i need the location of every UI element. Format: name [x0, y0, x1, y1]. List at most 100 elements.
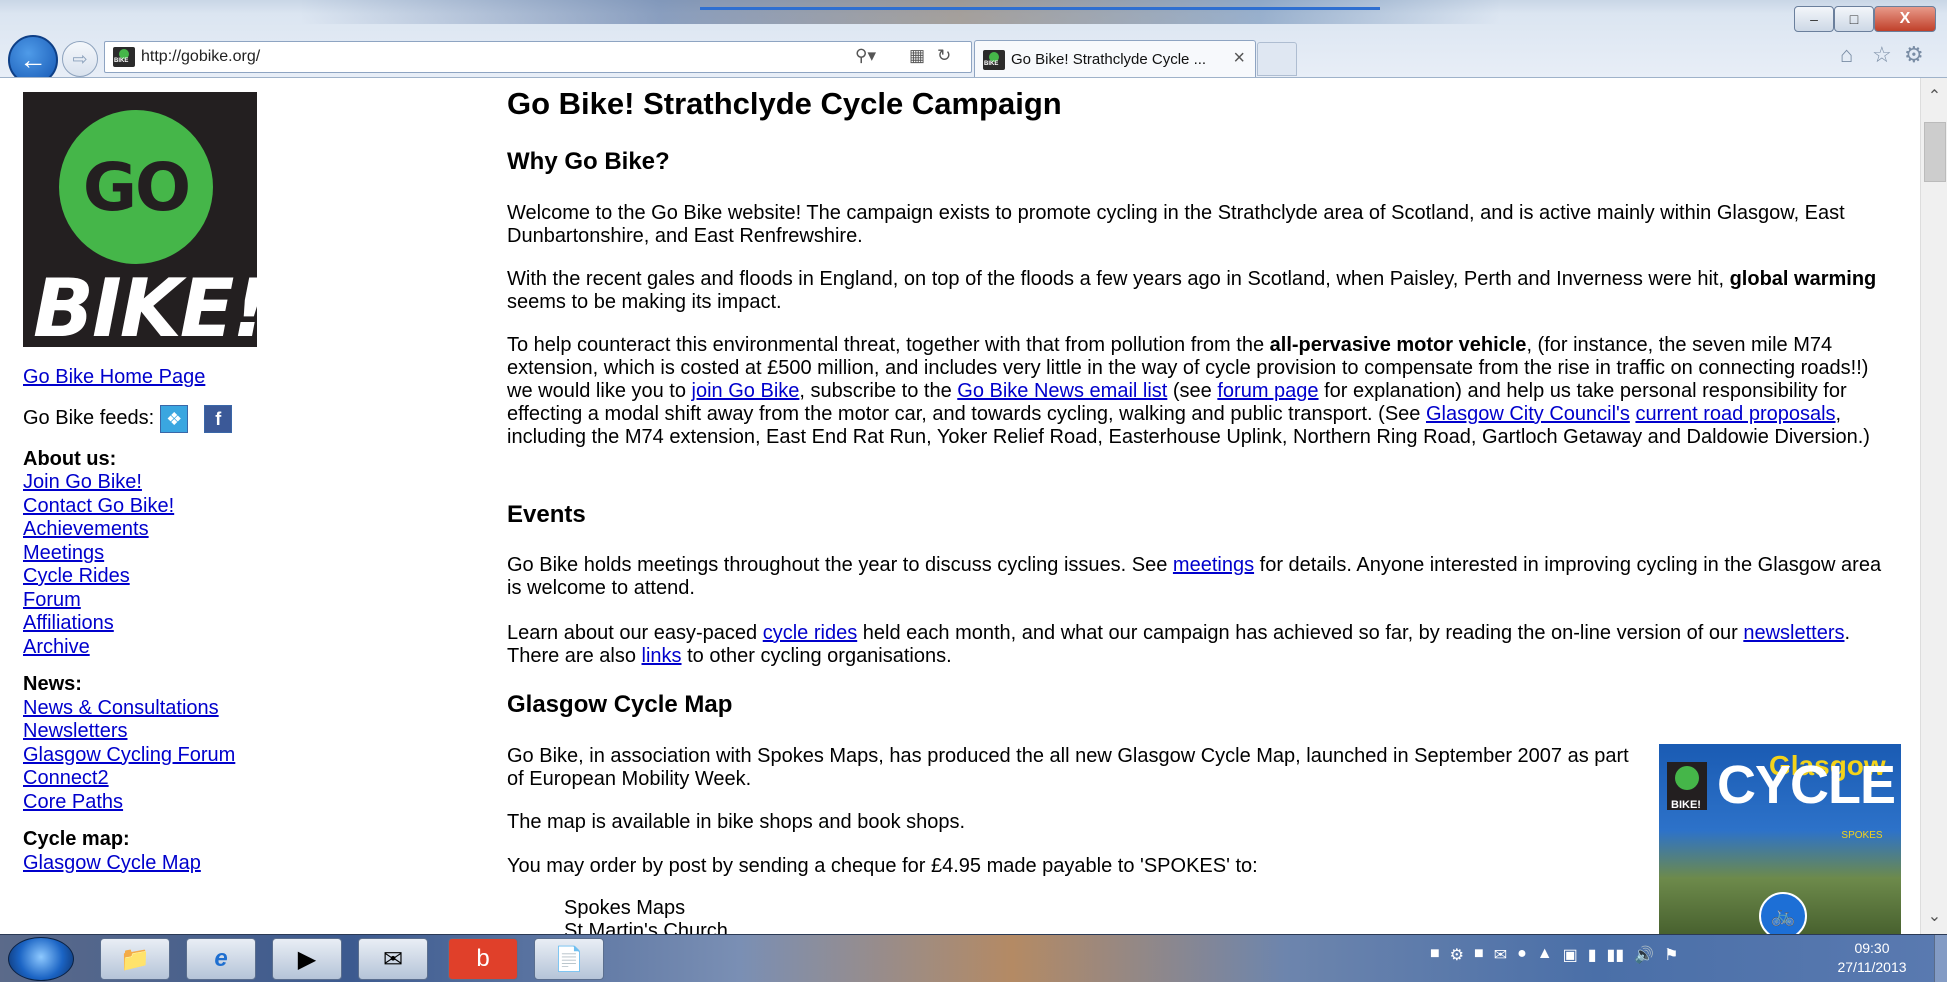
- address-line: St Martin's Church: [564, 920, 728, 934]
- scroll-thumb[interactable]: [1924, 122, 1946, 182]
- taskbar-mail-button[interactable]: ✉: [358, 938, 428, 980]
- paragraph-welcome: Welcome to the Go Bike website! The camp…: [507, 202, 1845, 247]
- sidebar-link-affiliations[interactable]: Affiliations: [23, 612, 353, 636]
- link-glasgow-city-council[interactable]: Glasgow City Council's: [1426, 403, 1630, 425]
- cycle-map-cover-image[interactable]: BIKE! Glasgow CYCLE SPOKES 🚲: [1659, 744, 1901, 934]
- link-cycle-rides[interactable]: cycle rides: [763, 622, 857, 644]
- sidebar-link-connect2[interactable]: Connect2: [23, 767, 353, 791]
- link-forum-page[interactable]: forum page: [1217, 380, 1318, 402]
- sidebar-news-group: News: News & Consultations Newsletters G…: [23, 673, 353, 814]
- feeds-row: Go Bike feeds: ❖ f: [23, 404, 353, 434]
- paragraph-meetings: Go Bike holds meetings throughout the ye…: [507, 554, 1897, 600]
- search-icon[interactable]: ⚲▾: [855, 46, 876, 66]
- sidebar-link-contact[interactable]: Contact Go Bike!: [23, 495, 353, 519]
- tray-gear-icon[interactable]: ⚙: [1450, 945, 1464, 965]
- sidebar-link-forum[interactable]: Forum: [23, 589, 353, 613]
- text: With the recent gales and floods in Engl…: [507, 268, 1730, 290]
- sidebar-link-home[interactable]: Go Bike Home Page: [23, 366, 353, 390]
- paragraph-cycle-rides: Learn about our easy-paced cycle rides h…: [507, 622, 1897, 668]
- twitter-icon[interactable]: ❖: [160, 404, 189, 433]
- text: held each month, and what our campaign h…: [857, 622, 1744, 644]
- heading-events: Events: [507, 501, 586, 528]
- vertical-scrollbar[interactable]: ⌃ ⌄: [1920, 78, 1947, 934]
- tray-app-icon[interactable]: ■: [1474, 945, 1484, 965]
- maximize-button[interactable]: □: [1834, 6, 1874, 32]
- scroll-down-icon[interactable]: ⌄: [1921, 906, 1947, 926]
- settings-gear-icon[interactable]: ⚙: [1904, 42, 1924, 68]
- link-links[interactable]: links: [642, 645, 682, 667]
- taskbar-ie-button[interactable]: e: [186, 938, 256, 980]
- go-bike-small-logo: BIKE!: [1667, 762, 1707, 811]
- back-button[interactable]: ←: [8, 35, 58, 77]
- sidebar-link-achievements[interactable]: Achievements: [23, 518, 353, 542]
- tray-app-icon[interactable]: ■: [1430, 945, 1440, 965]
- sidebar-link-newsletters[interactable]: Newsletters: [23, 720, 353, 744]
- text: seems to be making its impact.: [507, 291, 782, 313]
- paragraph-map-availability: The map is available in bike shops and b…: [507, 811, 966, 833]
- link-newsletters[interactable]: newsletters: [1743, 622, 1844, 644]
- paragraph-counteract: To help counteract this environmental th…: [507, 334, 1897, 449]
- logo-circle: GO: [59, 110, 213, 264]
- sidebar-link-archive[interactable]: Archive: [23, 636, 353, 660]
- link-meetings[interactable]: meetings: [1173, 554, 1254, 576]
- clock-date: 27/11/2013: [1837, 959, 1907, 975]
- sidebar-link-cycle-rides[interactable]: Cycle Rides: [23, 565, 353, 589]
- title-bar-background: [300, 0, 1500, 24]
- tray-volume-icon[interactable]: 🔊: [1634, 945, 1654, 965]
- feeds-label: Go Bike feeds:: [23, 406, 155, 429]
- address-url[interactable]: http://gobike.org/: [141, 48, 260, 66]
- taskbar-explorer-button[interactable]: 📁: [100, 938, 170, 980]
- sidebar-link-news-consultations[interactable]: News & Consultations: [23, 697, 353, 721]
- app-icon: b: [476, 945, 490, 972]
- tray-flag-icon[interactable]: ⚑: [1664, 945, 1678, 965]
- clock-time: 09:30: [1854, 940, 1890, 956]
- tray-app-icon[interactable]: ●: [1517, 945, 1527, 965]
- text: to other cycling organisations.: [681, 645, 952, 667]
- new-tab-button[interactable]: [1257, 42, 1297, 76]
- spokes-badge: SPOKES: [1841, 830, 1883, 841]
- tray-app-icon[interactable]: ▲: [1537, 945, 1553, 965]
- link-news-email-list[interactable]: Go Bike News email list: [957, 380, 1167, 402]
- map-logo-text: BIKE!: [1671, 799, 1701, 811]
- go-bike-logo[interactable]: GO BIKE!: [23, 92, 269, 355]
- arrow-right-icon: ⇨: [72, 48, 88, 69]
- home-icon[interactable]: ⌂: [1840, 42, 1853, 68]
- link-current-road-proposals[interactable]: current road proposals: [1635, 403, 1835, 425]
- paragraph-map-order: You may order by post by sending a chequ…: [507, 855, 1258, 877]
- taskbar-app-button[interactable]: b: [448, 938, 518, 980]
- logo-wordmark: BIKE!: [33, 262, 269, 355]
- compatibility-view-icon[interactable]: ▦: [909, 46, 925, 66]
- tray-signal-icon[interactable]: ▮▮: [1607, 945, 1625, 965]
- address-bar[interactable]: http://gobike.org/ ⚲▾ ▦ ↻: [104, 41, 972, 73]
- facebook-icon[interactable]: f: [204, 404, 233, 433]
- taskbar-document-button[interactable]: 📄: [534, 938, 604, 980]
- forward-button[interactable]: ⇨: [62, 41, 98, 77]
- sidebar-link-glasgow-cycle-map[interactable]: Glasgow Cycle Map: [23, 852, 353, 876]
- tab-gobike[interactable]: Go Bike! Strathclyde Cycle ... ×: [974, 40, 1256, 77]
- taskbar: 📁 e ▶ ✉ b 📄 ■ ⚙ ■ ✉ ● ▲ ▣ ▮ ▮▮ 🔊 ⚑ 09:30…: [0, 934, 1947, 982]
- show-desktop-button[interactable]: [1934, 935, 1947, 982]
- refresh-icon[interactable]: ↻: [937, 46, 951, 66]
- internet-explorer-icon: e: [214, 945, 228, 972]
- tray-app-icon[interactable]: ▮: [1588, 945, 1597, 965]
- sidebar-link-meetings[interactable]: Meetings: [23, 542, 353, 566]
- sidebar-link-glasgow-cycling-forum[interactable]: Glasgow Cycling Forum: [23, 744, 353, 768]
- mail-icon: ✉: [382, 945, 404, 973]
- document-icon: 📄: [554, 945, 584, 973]
- text: (see: [1167, 380, 1218, 402]
- start-button[interactable]: [8, 937, 74, 981]
- tray-app-icon[interactable]: ▣: [1563, 945, 1578, 965]
- link-join-go-bike[interactable]: join Go Bike: [692, 380, 800, 402]
- sidebar-link-join[interactable]: Join Go Bike!: [23, 471, 353, 495]
- minimize-button[interactable]: –: [1794, 6, 1834, 32]
- close-window-button[interactable]: X: [1874, 6, 1936, 32]
- scroll-up-icon[interactable]: ⌃: [1921, 86, 1947, 106]
- taskbar-clock[interactable]: 09:30 27/11/2013: [1824, 939, 1920, 977]
- sidebar-link-core-paths[interactable]: Core Paths: [23, 791, 353, 815]
- browser-chrome: – □ X ← ⇨ http://gobike.org/ ⚲▾ ▦ ↻ Go B…: [0, 0, 1947, 78]
- tab-title: Go Bike! Strathclyde Cycle ...: [1011, 51, 1207, 68]
- tab-close-icon[interactable]: ×: [1233, 47, 1245, 70]
- taskbar-media-button[interactable]: ▶: [272, 938, 342, 980]
- tray-envelope-icon[interactable]: ✉: [1494, 945, 1507, 965]
- favorites-star-icon[interactable]: ☆: [1872, 42, 1892, 68]
